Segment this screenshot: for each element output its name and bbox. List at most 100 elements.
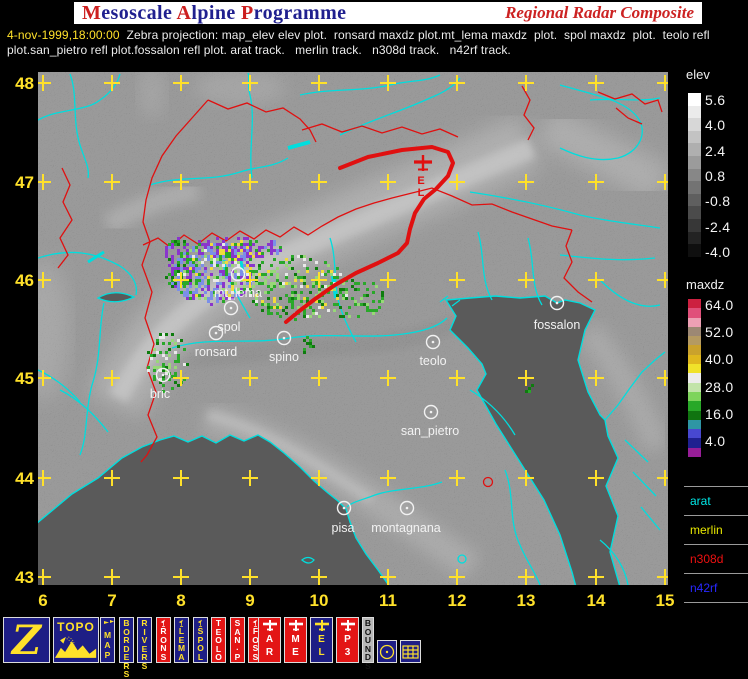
button-label: RIVERS: [141, 618, 148, 671]
toolbar-button-rivers[interactable]: RIVERS: [137, 617, 152, 670]
colorbar-step: [688, 391, 701, 402]
colorbar-step: [688, 181, 701, 194]
button-label: SPOL: [197, 626, 204, 662]
grid-toggle-button[interactable]: [400, 640, 421, 663]
toolbar-button-spol[interactable]: SPOL: [193, 617, 208, 663]
colorbar-step: [688, 354, 701, 365]
toolbar-button-lema[interactable]: LEMA: [174, 617, 189, 663]
lon-label-15: 15: [655, 591, 675, 610]
topo-button[interactable]: TOPO: [53, 617, 99, 663]
colorbar-step: [688, 299, 701, 309]
svg-text:ronsard: ronsard: [195, 345, 237, 359]
toolbar-aircraft-button-arat[interactable]: AR: [258, 617, 281, 663]
lat-label-46: 46: [15, 271, 34, 290]
button-label: BOUNDS: [364, 618, 372, 671]
svg-text:teolo: teolo: [419, 354, 446, 368]
button-label: BORDERS: [123, 618, 130, 679]
colorbar-step: [688, 317, 701, 327]
colorbar-step: [688, 410, 701, 420]
toolbar-button-borders[interactable]: BORDERS: [119, 617, 134, 678]
toolbar-button-rons[interactable]: RONS: [156, 617, 171, 663]
lon-label-13: 13: [516, 591, 536, 610]
track-legend-divider: [684, 602, 748, 610]
svg-text:L: L: [418, 187, 425, 199]
colorbar-step: [688, 105, 701, 119]
track-legend-merlin: merlin: [684, 515, 748, 544]
circle-dot-icon: [379, 644, 395, 659]
button-label: ME: [291, 634, 300, 658]
zebra-radar-display: { "header": { "title_segments": [ {"text…: [0, 0, 748, 678]
airplane-icon: [340, 620, 355, 631]
track-legend-n308d: n308d: [684, 544, 748, 573]
colorbar-step: [688, 219, 701, 232]
colorbar-step: [688, 438, 701, 448]
lon-label-11: 11: [379, 591, 397, 610]
colorbar-label: -2.4: [705, 218, 731, 235]
lon-label-6: 6: [38, 591, 48, 610]
radar-composite-map: EL mt_lemaspol ronsard spino bric teolo san_p…: [38, 72, 668, 585]
colorbar-label: 64.0: [705, 297, 734, 313]
lat-label-43: 43: [15, 568, 34, 587]
toolbar-button-teolo[interactable]: TEOLO: [211, 617, 226, 663]
title-bar: Mesoscale Alpine Programme Regional Rada…: [74, 2, 702, 24]
app-title-segment: M: [82, 1, 102, 24]
button-label: RONS: [160, 626, 167, 662]
toolbar-button-map[interactable]: MAP: [100, 617, 115, 663]
colorbar-step: [688, 231, 701, 245]
lat-label-48: 48: [15, 74, 34, 93]
colorbar-step: [688, 345, 701, 355]
app-title-segment: esoscale: [101, 1, 177, 24]
colorbar-label: 16.0: [705, 405, 734, 422]
svg-text:pisa: pisa: [332, 521, 355, 535]
lon-label-14: 14: [586, 591, 606, 610]
colorbar-label: 52.0: [705, 324, 734, 341]
info-line-1: 4-nov-1999,18:00:00 Zebra projection: ma…: [7, 28, 745, 42]
button-label: MAP: [103, 629, 112, 660]
maxdz-colorbar-title: maxdz: [686, 277, 725, 292]
zebra-logo-button[interactable]: Z: [3, 617, 50, 664]
colorbar-step: [688, 93, 701, 106]
lat-label-44: 44: [15, 469, 34, 488]
info-line-2: plot.san_pietro refl plot.fossalon refl …: [7, 43, 745, 57]
button-label: EL: [318, 634, 325, 658]
elev-colorbar-title: elev: [686, 67, 710, 82]
toolbar-button-bounds[interactable]: BOUNDS: [362, 617, 374, 670]
colorbar-step: [688, 326, 701, 337]
colorbar-label: 40.0: [705, 351, 734, 368]
toolbar-aircraft-button-p3[interactable]: P3: [336, 617, 359, 663]
colorbar-step: [688, 364, 701, 374]
toolbar-button-san_p[interactable]: S A N · P: [230, 617, 245, 663]
colorbar-step: [688, 156, 701, 169]
svg-text:fossalon: fossalon: [534, 318, 581, 332]
toolbar-aircraft-button-electra[interactable]: EL: [310, 617, 333, 663]
app-subtitle: Regional Radar Composite: [505, 3, 694, 22]
colorbar-step: [688, 419, 701, 430]
lat-label-47: 47: [15, 173, 34, 192]
station-marker-toggle-button[interactable]: [377, 640, 397, 663]
topo-mountains-icon: [55, 636, 97, 658]
button-label: AR: [265, 634, 274, 658]
colorbar-step: [688, 382, 701, 392]
colorbar-label: -0.8: [705, 193, 731, 210]
app-title-segment: P: [241, 1, 254, 24]
button-label: S A N · P: [234, 618, 241, 662]
lat-label-45: 45: [15, 369, 34, 388]
toolbar-aircraft-button-merlin[interactable]: ME: [284, 617, 307, 663]
colorbar-step: [688, 401, 701, 411]
button-label: TEOLO: [215, 618, 222, 662]
svg-text:mt_lema: mt_lema: [214, 286, 262, 300]
colorbar-step: [688, 193, 701, 207]
maxdz-colorbar: [688, 299, 701, 458]
svg-text:bric: bric: [150, 387, 170, 401]
colorbar-step: [688, 308, 701, 318]
grid-icon: [402, 644, 419, 659]
topo-label: TOPO: [57, 620, 95, 634]
elev-colorbar: [688, 93, 701, 257]
colorbar-step: [688, 336, 701, 346]
colorbar-label: 0.8: [705, 167, 726, 184]
track-legend-arat: arat: [684, 486, 748, 515]
colorbar-step: [688, 206, 701, 220]
colorbar-label: 2.4: [705, 142, 726, 159]
app-title: Mesoscale Alpine Programme: [82, 2, 346, 25]
button-label: LEMA: [177, 626, 186, 662]
